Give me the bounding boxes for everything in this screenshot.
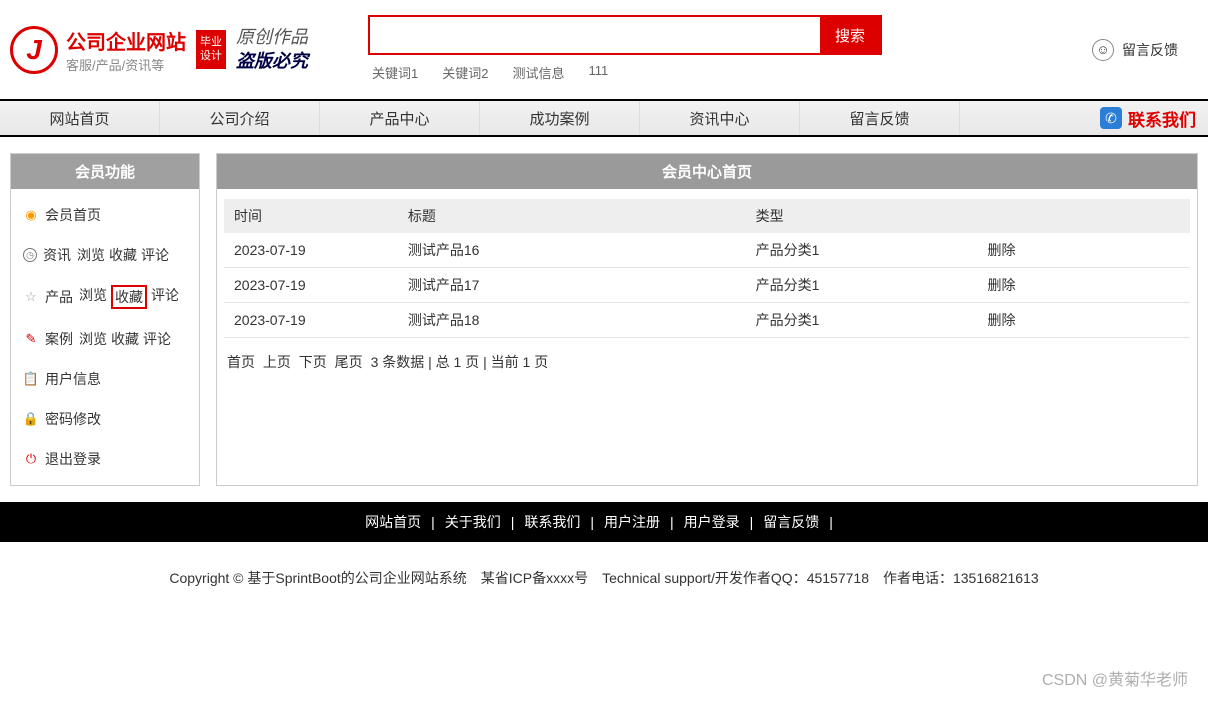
site-title: 公司企业网站 xyxy=(66,26,186,55)
news-comment-link[interactable]: 评论 xyxy=(141,245,169,265)
delete-link[interactable]: 删除 xyxy=(987,242,1015,258)
col-type: 类型 xyxy=(746,199,978,233)
header: J 公司企业网站 客服/产品/资讯等 毕业设计 原创作品 盗版必究 搜索 关键词… xyxy=(0,0,1208,99)
nav-products[interactable]: 产品中心 xyxy=(320,101,480,135)
watermark: CSDN @黄菊华老师 xyxy=(1042,666,1188,690)
cell-time: 2023-07-19 xyxy=(224,303,398,338)
nav-feedback[interactable]: 留言反馈 xyxy=(800,101,960,135)
col-time: 时间 xyxy=(224,199,398,233)
product-favorite-link[interactable]: 收藏 xyxy=(111,285,147,309)
product-browse-link[interactable]: 浏览 xyxy=(79,285,107,309)
case-comment-link[interactable]: 评论 xyxy=(143,329,171,349)
cell-title: 测试产品16 xyxy=(398,233,746,268)
phone-icon: ✆ xyxy=(1100,107,1122,129)
cell-time: 2023-07-19 xyxy=(224,233,398,268)
page-prev[interactable]: 上页 xyxy=(263,354,291,370)
cell-title: 测试产品18 xyxy=(398,303,746,338)
nav-home[interactable]: 网站首页 xyxy=(0,101,160,135)
sidebar-item-news: ◷ 资讯 浏览 收藏 评论 xyxy=(11,235,199,275)
footer-link[interactable]: 联系我们 xyxy=(524,514,580,530)
sidebar-item-password[interactable]: 🔒 密码修改 xyxy=(11,399,199,439)
footer-link[interactable]: 网站首页 xyxy=(365,514,421,530)
table-row: 2023-07-19测试产品18产品分类1 删除 xyxy=(224,303,1190,338)
footer-link[interactable]: 用户登录 xyxy=(684,514,740,530)
sidebar-item-case: ✎ 案例 浏览 收藏 评论 xyxy=(11,319,199,359)
product-comment-link[interactable]: 评论 xyxy=(151,285,179,309)
footer-link[interactable]: 用户注册 xyxy=(604,514,660,530)
power-icon: ⏻ xyxy=(23,451,39,467)
sidebar-item-home[interactable]: ◉ 会员首页 xyxy=(11,195,199,235)
nav-cases[interactable]: 成功案例 xyxy=(480,101,640,135)
separator: | xyxy=(431,514,435,530)
main-panel: 会员中心首页 时间 标题 类型 2023-07-19测试产品16产品分类1删除2… xyxy=(216,153,1198,486)
main-title: 会员中心首页 xyxy=(217,154,1197,189)
search-box: 搜索 xyxy=(368,15,882,55)
keyword-link[interactable]: 测试信息 xyxy=(512,63,564,82)
sidebar-item-product: ☆ 产品 浏览 收藏 评论 xyxy=(11,275,199,319)
feedback-link-top[interactable]: ☺ 留言反馈 xyxy=(1092,39,1198,61)
table-row: 2023-07-19测试产品16产品分类1 删除 xyxy=(224,233,1190,268)
delete-link[interactable]: 删除 xyxy=(987,312,1015,328)
logo-icon: J xyxy=(10,26,58,74)
cell-type: 产品分类1 xyxy=(746,303,978,338)
separator: | xyxy=(511,514,515,530)
table-row: 2023-07-19测试产品17产品分类1 删除 xyxy=(224,268,1190,303)
delete-link[interactable]: 删除 xyxy=(987,277,1015,293)
nav-about[interactable]: 公司介绍 xyxy=(160,101,320,135)
page-next[interactable]: 下页 xyxy=(299,354,327,370)
copyright: Copyright © 基于SprintBoot的公司企业网站系统 某省ICP备… xyxy=(0,542,1208,614)
case-browse-link[interactable]: 浏览 xyxy=(79,329,107,349)
home-icon: ◉ xyxy=(23,207,39,223)
sidebar-item-userinfo[interactable]: 📋 用户信息 xyxy=(11,359,199,399)
user-icon: 📋 xyxy=(23,371,39,387)
col-title: 标题 xyxy=(398,199,746,233)
footer-nav: 网站首页 | 关于我们 | 联系我们 | 用户注册 | 用户登录 | 留言反馈 | xyxy=(0,502,1208,542)
separator: | xyxy=(750,514,754,530)
edit-icon: ✎ xyxy=(23,331,39,347)
clock-icon: ◷ xyxy=(23,248,37,262)
data-table: 时间 标题 类型 2023-07-19测试产品16产品分类1删除2023-07-… xyxy=(224,199,1190,338)
cell-time: 2023-07-19 xyxy=(224,268,398,303)
sidebar-title: 会员功能 xyxy=(11,154,199,189)
main-nav: 网站首页 公司介绍 产品中心 成功案例 资讯中心 留言反馈 ✆ 联系我们 xyxy=(0,99,1208,137)
site-subtitle: 客服/产品/资讯等 xyxy=(66,55,186,74)
keyword-link[interactable]: 关键词2 xyxy=(442,63,488,82)
news-browse-link[interactable]: 浏览 xyxy=(77,245,105,265)
search-button[interactable]: 搜索 xyxy=(820,17,880,53)
lock-icon: 🔒 xyxy=(23,411,39,427)
col-action xyxy=(977,199,1190,233)
sidebar-item-logout[interactable]: ⏻ 退出登录 xyxy=(11,439,199,479)
separator: | xyxy=(670,514,674,530)
page-summary: 3 条数据 | 总 1 页 | 当前 1 页 xyxy=(371,354,549,370)
cell-type: 产品分类1 xyxy=(746,268,978,303)
page-last[interactable]: 尾页 xyxy=(335,354,363,370)
cell-type: 产品分类1 xyxy=(746,233,978,268)
headset-icon: ☺ xyxy=(1092,39,1114,61)
news-favorite-link[interactable]: 收藏 xyxy=(109,245,137,265)
logo[interactable]: J 公司企业网站 客服/产品/资讯等 xyxy=(10,26,186,74)
footer-link[interactable]: 关于我们 xyxy=(445,514,501,530)
nav-news[interactable]: 资讯中心 xyxy=(640,101,800,135)
page-first[interactable]: 首页 xyxy=(227,354,255,370)
slogan: 原创作品 盗版必究 xyxy=(236,26,308,73)
keyword-link[interactable]: 关键词1 xyxy=(372,63,418,82)
sidebar: 会员功能 ◉ 会员首页 ◷ 资讯 浏览 收藏 评论 ☆ 产品 浏览 收 xyxy=(10,153,200,486)
footer-link[interactable]: 留言反馈 xyxy=(763,514,819,530)
case-favorite-link[interactable]: 收藏 xyxy=(111,329,139,349)
keyword-list: 关键词1 关键词2 测试信息 111 xyxy=(368,61,882,84)
search-input[interactable] xyxy=(370,17,820,53)
keyword-link[interactable]: 111 xyxy=(588,63,608,82)
design-badge: 毕业设计 xyxy=(196,30,226,68)
star-icon: ☆ xyxy=(23,289,39,305)
cell-title: 测试产品17 xyxy=(398,268,746,303)
contact-us[interactable]: ✆ 联系我们 xyxy=(1088,101,1208,135)
pagination: 首页 上页 下页 尾页 3 条数据 | 总 1 页 | 当前 1 页 xyxy=(217,348,1197,386)
separator: | xyxy=(829,514,833,530)
separator: | xyxy=(590,514,594,530)
